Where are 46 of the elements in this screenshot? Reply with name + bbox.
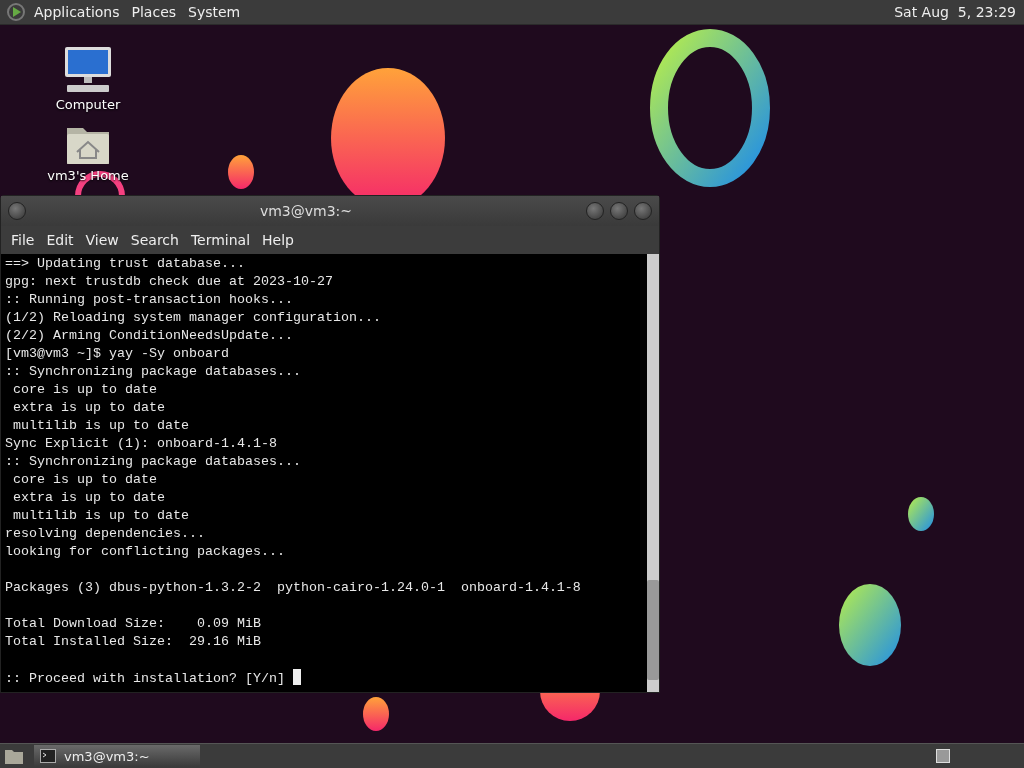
window-title: vm3@vm3:~ bbox=[258, 203, 354, 219]
menu-item[interactable]: Edit bbox=[42, 232, 78, 248]
terminal-line: Total Installed Size: 29.16 MiB bbox=[5, 634, 261, 649]
terminal-line: ==> Updating trust database... bbox=[5, 256, 245, 271]
terminal-line: looking for conflicting packages... bbox=[5, 544, 285, 559]
terminal-line: (2/2) Arming ConditionNeedsUpdate... bbox=[5, 328, 293, 343]
terminal-line: resolving dependencies... bbox=[5, 526, 205, 541]
terminal-line: core is up to date bbox=[12, 382, 157, 397]
scrollbar[interactable] bbox=[647, 254, 659, 692]
menu-item[interactable]: View bbox=[81, 232, 123, 248]
workspace-switcher[interactable] bbox=[936, 749, 950, 763]
terminal-line: :: Synchronizing package databases... bbox=[5, 454, 301, 469]
menu-item[interactable]: Search bbox=[126, 232, 183, 248]
panel-menu[interactable]: Places bbox=[127, 4, 181, 20]
close-button[interactable] bbox=[634, 202, 652, 220]
desktop-icon-label: vm3's Home bbox=[47, 168, 129, 183]
menu-item[interactable]: File bbox=[7, 232, 39, 248]
terminal-line: extra is up to date bbox=[12, 490, 165, 505]
clock[interactable]: Sat Aug 5, 23:29 bbox=[894, 4, 1016, 20]
terminal-line: multilib is up to date bbox=[12, 508, 189, 523]
taskbar-task[interactable]: vm3@vm3:~ bbox=[34, 745, 200, 767]
maximize-button[interactable] bbox=[610, 202, 628, 220]
terminal-line: :: Synchronizing package databases... bbox=[5, 364, 301, 379]
window-menu-button[interactable] bbox=[8, 202, 26, 220]
terminal-line: gpg: next trustdb check due at 2023-10-27 bbox=[5, 274, 333, 289]
terminal-line: Packages (3) dbus-python-1.3.2-2 python-cairo-1.24.0-1 onboard-1.4.1-8 bbox=[5, 580, 581, 595]
terminal-line: Total Download Size: 0.09 MiB bbox=[5, 616, 261, 631]
text-cursor bbox=[292, 669, 301, 685]
terminal-line: Sync Explicit (1): onboard-1.4.1-8 bbox=[5, 436, 277, 451]
menu-item[interactable]: Help bbox=[258, 232, 298, 248]
panel-menu[interactable]: Applications bbox=[30, 4, 124, 20]
terminal-line: extra is up to date bbox=[12, 400, 165, 415]
terminal-line: :: Running post-transaction hooks... bbox=[5, 292, 293, 307]
terminal-line: multilib is up to date bbox=[12, 418, 189, 433]
terminal-line: [vm3@vm3 ~]$ yay -Sy onboard bbox=[5, 346, 229, 361]
terminal-line: core is up to date bbox=[12, 472, 157, 487]
minimize-button[interactable] bbox=[586, 202, 604, 220]
terminal-line: (1/2) Reloading system manager configuration... bbox=[5, 310, 381, 325]
panel-menu[interactable]: System bbox=[184, 4, 245, 20]
menu-item[interactable]: Terminal bbox=[186, 232, 255, 248]
terminal-icon bbox=[40, 749, 56, 763]
desktop-icon-label: Computer bbox=[55, 97, 121, 112]
menu-logo-icon[interactable] bbox=[6, 2, 26, 22]
computer-icon[interactable] bbox=[62, 45, 114, 95]
show-desktop-icon[interactable] bbox=[4, 747, 24, 765]
terminal-line: :: Proceed with installation? [Y/n] bbox=[5, 671, 286, 686]
